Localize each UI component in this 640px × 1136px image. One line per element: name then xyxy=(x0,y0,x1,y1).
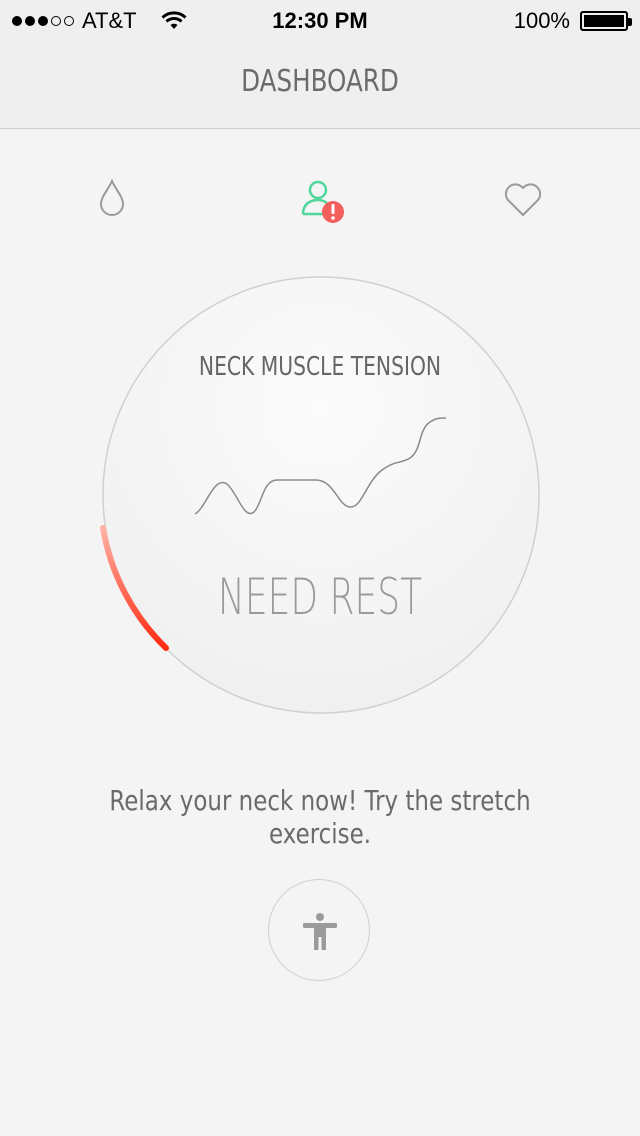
battery-percent: 100% xyxy=(513,8,570,33)
page-title: DASHBOARD xyxy=(241,64,399,99)
water-drop-icon[interactable] xyxy=(96,178,128,218)
status-right: 100% xyxy=(513,8,632,34)
tension-gauge xyxy=(100,276,540,714)
heart-icon[interactable] xyxy=(503,182,543,218)
stretch-exercise-button[interactable] xyxy=(268,879,370,981)
person-alert-icon[interactable] xyxy=(300,178,348,226)
navigation-bar: DASHBOARD xyxy=(0,40,640,129)
stretch-figure-icon xyxy=(303,913,337,950)
status-bar: AT&T 12:30 PM 100% xyxy=(0,0,640,40)
gauge-label: NECK MUSCLE TENSION xyxy=(198,352,442,382)
gauge-status: NEED REST xyxy=(217,568,423,626)
recommendation-message: Relax your neck now! Try the stretch exe… xyxy=(109,784,531,850)
battery-icon xyxy=(580,11,632,31)
